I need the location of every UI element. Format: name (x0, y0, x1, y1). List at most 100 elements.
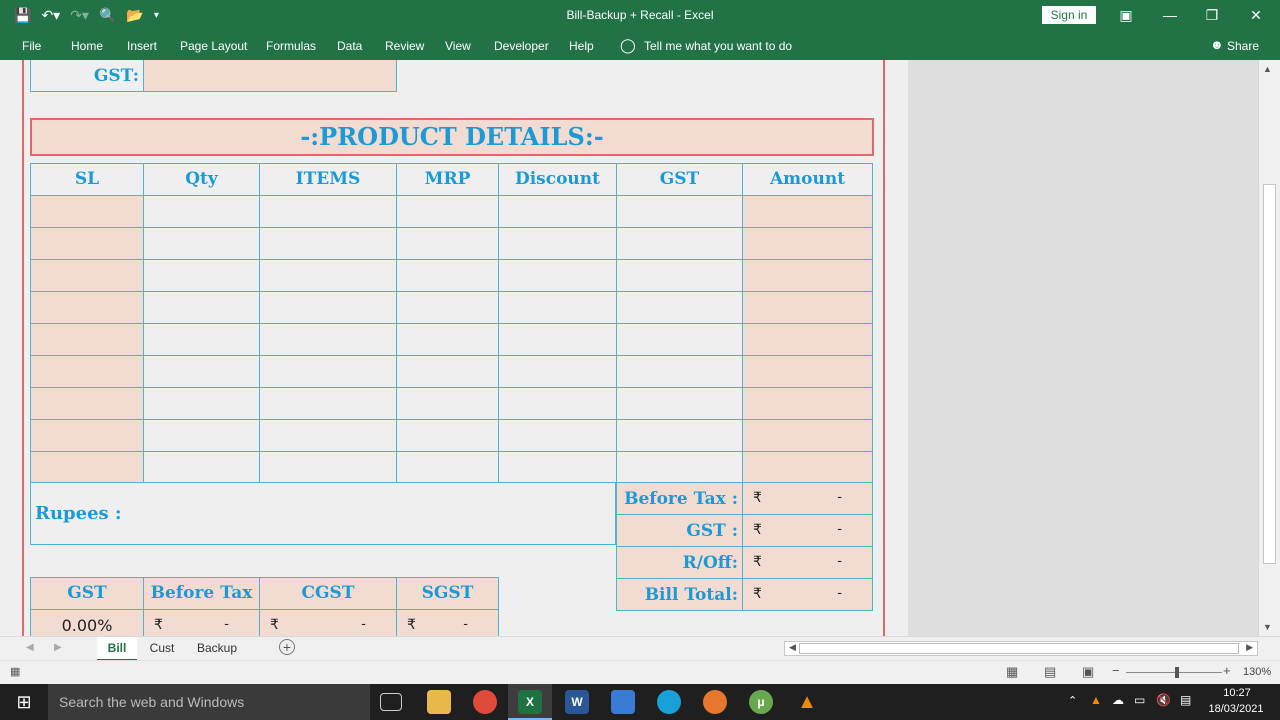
table-cell-items[interactable] (259, 355, 397, 388)
tab-scroll-right-icon[interactable]: ▶ (54, 642, 62, 653)
action-center-icon[interactable]: ▤ (1180, 693, 1191, 707)
table-cell-gst[interactable] (616, 387, 743, 420)
normal-view-icon[interactable]: ▦ (1006, 664, 1018, 680)
gst-summary-header-gst[interactable]: GST (30, 577, 144, 610)
table-cell-items[interactable] (259, 451, 397, 484)
zoom-in-icon[interactable]: + (1223, 663, 1231, 678)
table-cell-amount[interactable] (742, 323, 873, 356)
customize-qat-icon[interactable]: ▾ (154, 10, 159, 21)
table-cell-sl[interactable] (30, 451, 144, 484)
menu-review[interactable]: Review (385, 39, 424, 53)
gst-input-cell[interactable] (143, 60, 397, 92)
edge-icon[interactable] (657, 690, 681, 714)
table-cell-qty[interactable] (143, 291, 260, 324)
page-layout-view-icon[interactable]: ▤ (1044, 664, 1056, 680)
minimize-button[interactable]: — (1148, 0, 1192, 31)
table-cell-items[interactable] (259, 323, 397, 356)
total-label-cell[interactable]: Before Tax : (616, 482, 743, 515)
windows-start-icon[interactable]: ⊞ (0, 684, 48, 720)
table-cell-sl[interactable] (30, 291, 144, 324)
app-icon[interactable] (611, 690, 635, 714)
menu-developer[interactable]: Developer (494, 39, 549, 53)
table-cell-qty[interactable] (143, 323, 260, 356)
vertical-scroll-thumb[interactable] (1263, 184, 1276, 564)
table-cell-qty[interactable] (143, 195, 260, 228)
table-cell-amount[interactable] (742, 387, 873, 420)
total-value-cell[interactable]: ₹ - (742, 514, 873, 547)
horizontal-scrollbar[interactable]: ◀ ▶ (784, 641, 1258, 656)
table-cell-gst[interactable] (616, 419, 743, 452)
network-icon[interactable]: ▭ (1134, 693, 1145, 707)
chrome-icon[interactable] (473, 690, 497, 714)
table-cell-gst[interactable] (616, 195, 743, 228)
column-header-qty[interactable]: Qty (143, 163, 260, 196)
sign-in-button[interactable]: Sign in (1042, 6, 1096, 24)
utorrent-icon[interactable]: μ (749, 690, 773, 714)
tab-bill[interactable]: Bill (97, 637, 137, 661)
hscroll-left-icon[interactable]: ◀ (789, 642, 796, 653)
table-cell-gst[interactable] (616, 227, 743, 260)
tray-vlc-icon[interactable]: ▲ (1090, 693, 1102, 707)
gst-summary-header-cgst[interactable]: CGST (259, 577, 397, 610)
table-cell-gst[interactable] (616, 323, 743, 356)
table-cell-sl[interactable] (30, 259, 144, 292)
table-cell-qty[interactable] (143, 227, 260, 260)
share-button[interactable]: Share (1227, 39, 1259, 53)
table-cell-discount[interactable] (498, 355, 617, 388)
table-cell-sl[interactable] (30, 387, 144, 420)
table-cell-mrp[interactable] (396, 355, 499, 388)
show-hidden-icons[interactable]: ⌃ (1068, 694, 1077, 707)
table-cell-sl[interactable] (30, 323, 144, 356)
column-header-mrp[interactable]: MRP (396, 163, 499, 196)
undo-icon[interactable]: ↶▾ (41, 7, 60, 24)
gst-summary-cell-before-tax[interactable]: ₹ - (143, 609, 260, 636)
table-cell-items[interactable] (259, 227, 397, 260)
gst-summary-header-before-tax[interactable]: Before Tax (143, 577, 260, 610)
redo-icon[interactable]: ↷▾ (70, 7, 89, 24)
total-value-cell[interactable]: ₹ - (742, 546, 873, 579)
menu-data[interactable]: Data (337, 39, 362, 53)
menu-home[interactable]: Home (71, 39, 103, 53)
worksheet-area[interactable]: GST: -:PRODUCT DETAILS:- SL Qty ITEMS MRP Di… (0, 60, 1258, 636)
gst-summary-cell-gst[interactable]: 0.00% (30, 609, 144, 636)
table-cell-discount[interactable] (498, 387, 617, 420)
table-cell-amount[interactable] (742, 355, 873, 388)
table-cell-amount[interactable] (742, 419, 873, 452)
vlc-icon[interactable]: ▲ (795, 690, 819, 714)
table-cell-amount[interactable] (742, 259, 873, 292)
firefox-icon[interactable] (703, 690, 727, 714)
total-value-cell[interactable]: ₹ - (742, 482, 873, 515)
table-cell-amount[interactable] (742, 195, 873, 228)
table-cell-discount[interactable] (498, 195, 617, 228)
tab-scroll-left-icon[interactable]: ◀ (26, 642, 34, 653)
task-view-icon[interactable] (380, 693, 402, 711)
tell-me-search[interactable]: Tell me what you want to do (644, 39, 792, 53)
close-button[interactable]: ✕ (1234, 0, 1278, 31)
table-cell-discount[interactable] (498, 323, 617, 356)
open-folder-icon[interactable]: 📂 (126, 7, 143, 24)
table-cell-mrp[interactable] (396, 451, 499, 484)
column-header-items[interactable]: ITEMS (259, 163, 397, 196)
table-cell-items[interactable] (259, 259, 397, 292)
volume-muted-icon[interactable]: 🔇 (1156, 693, 1171, 707)
save-icon[interactable]: 💾 (14, 7, 31, 24)
table-cell-gst[interactable] (616, 259, 743, 292)
add-sheet-icon[interactable]: + (279, 639, 295, 655)
taskbar-date[interactable]: 18/03/2021 (1203, 703, 1269, 715)
table-cell-amount[interactable] (742, 227, 873, 260)
table-cell-qty[interactable] (143, 355, 260, 388)
column-header-discount[interactable]: Discount (498, 163, 617, 196)
total-label-cell[interactable]: Bill Total: (616, 578, 743, 611)
word-icon[interactable]: W (565, 690, 589, 714)
scroll-up-icon[interactable]: ▲ (1263, 64, 1272, 74)
table-cell-mrp[interactable] (396, 259, 499, 292)
gst-summary-header-sgst[interactable]: SGST (396, 577, 499, 610)
table-cell-sl[interactable] (30, 195, 144, 228)
taskbar-search-box[interactable]: Search the web and Windows (48, 684, 370, 720)
table-cell-qty[interactable] (143, 451, 260, 484)
tab-backup[interactable]: Backup (190, 637, 244, 661)
table-cell-mrp[interactable] (396, 387, 499, 420)
table-cell-sl[interactable] (30, 227, 144, 260)
table-cell-gst[interactable] (616, 451, 743, 484)
print-preview-icon[interactable]: 🔍 (99, 7, 116, 24)
